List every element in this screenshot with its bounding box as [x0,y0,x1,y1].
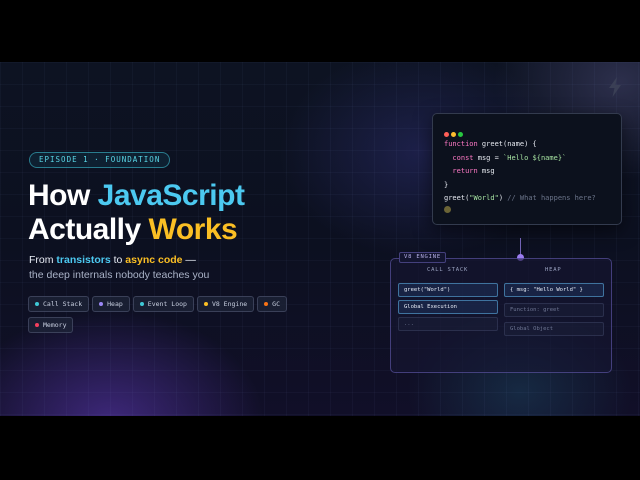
chip-event-loop: Event Loop [132,296,194,312]
subtitle-dash: — [182,254,196,266]
dot-icon [203,302,208,306]
dot-icon [139,302,144,306]
minimize-dot-icon [451,132,456,137]
episode-badge: EPISODE 1 · FOUNDATION [29,152,171,168]
code-window: function greet(name) { const msg = `Hell… [432,113,622,225]
chip-heap: Heap [92,296,130,312]
code-token: } [444,180,449,189]
dot-icon [35,323,39,327]
close-dot-icon [444,132,449,137]
title-works: Works [148,213,238,246]
v8-engine-tag: V8 ENGINE [399,252,447,263]
call-stack-title: CALL STACK [427,267,469,273]
chip-call-stack: Call Stack [28,296,90,312]
subtitle-transistors: transistors [56,254,111,266]
code-token: return [444,167,478,175]
call-stack-frame: ... [398,317,498,331]
code-token: `Hello ${name}` [503,153,567,162]
maximize-dot-icon [458,132,463,137]
title-javascript: JavaScript [97,179,245,212]
code-token: "World" [469,194,499,202]
dot-icon [35,302,39,306]
dot-icon [99,302,104,306]
code-token: const [444,153,474,162]
title-actually: Actually [28,213,149,246]
video-frame: EPISODE 1 · FOUNDATION How JavaScript Ac… [0,62,640,416]
chip-label: V8 Engine [211,300,248,308]
subtitle-line2: the deep internals nobody teaches you [29,269,210,281]
title-how: How [28,179,98,212]
letterbox-top [0,0,640,62]
code-token: msg [477,167,495,175]
code-token: greet(name) { [477,140,537,148]
heap-title: HEAP [545,267,562,273]
chip-label: Heap [107,300,123,308]
code-token: msg = [473,153,504,162]
subtitle-to: to [110,254,126,266]
chip-memory: Memory [28,317,74,333]
chip-label: Memory [43,321,67,329]
topic-chips: Call Stack Heap Event Loop V8 Engine GC Memo… [28,296,308,338]
heap-object: Function: greet [504,303,604,317]
subtitle-from: From [29,254,57,266]
chip-label: Call Stack [43,300,83,308]
code-comment: // What happens here? [503,194,596,202]
code-block: function greet(name) { const msg = `Hell… [444,138,596,206]
subtitle: From transistors to async code — the dee… [29,253,289,283]
heap-object: Global Object [504,322,604,336]
heap-object: { msg: "Hello World" } [504,283,604,297]
lightning-bolt-icon [609,77,621,97]
chip-v8-engine: V8 Engine [196,296,255,312]
cursor-dot-icon [444,206,451,213]
dot-icon [264,302,269,306]
subtitle-async-code: async code [125,254,183,266]
chip-label: GC [272,300,280,308]
call-stack-frame: greet("World") [398,283,498,297]
code-token: greet( [444,194,470,202]
chip-gc: GC [257,296,287,312]
chip-label: Event Loop [147,300,187,308]
code-token: function [444,140,478,148]
page-title: How JavaScript Actually Works [28,179,328,247]
call-stack-frame: Global Execution [398,300,498,314]
letterbox-bottom [0,416,640,480]
